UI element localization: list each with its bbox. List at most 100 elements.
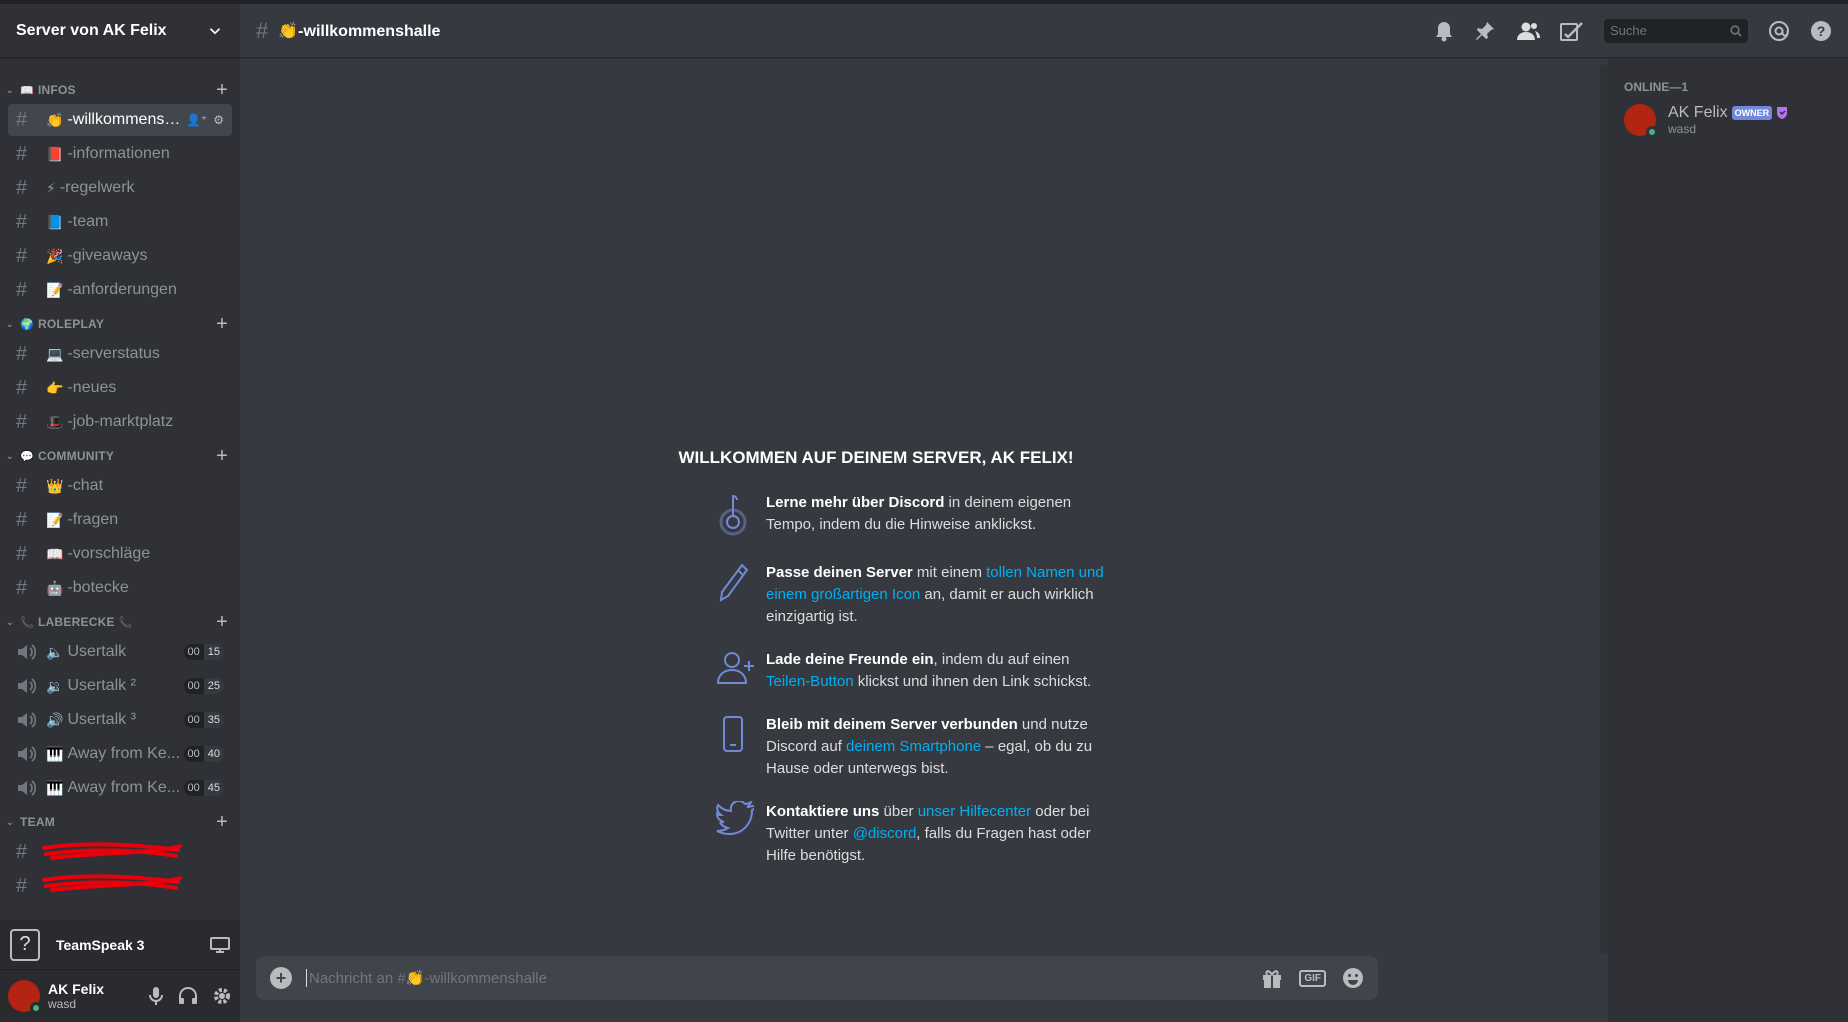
welcome-title: WILLKOMMEN AUF DEINEM SERVER, AK FELIX! xyxy=(678,448,1074,467)
text-channel[interactable]: # 📝 -fragen xyxy=(8,504,232,536)
category-infos[interactable]: ⌄ 📖 INFOS + xyxy=(0,78,240,102)
tip-link[interactable]: unser Hilfecenter xyxy=(918,803,1031,820)
invite-icon[interactable]: 👤⁺ xyxy=(186,113,207,127)
voice-channel[interactable]: 🔈 Usertalk 00 15 xyxy=(8,636,232,668)
channel-name: -serverstatus xyxy=(67,345,160,362)
microphone-icon[interactable] xyxy=(148,986,164,1006)
voice-channel[interactable]: 🎹 Away from Ke... 00 40 xyxy=(8,738,232,770)
text-channel[interactable]: # 📝 -anforderungen xyxy=(8,274,232,306)
channel-name: Away from Ke... xyxy=(67,745,181,762)
category-emoji: 💬 xyxy=(20,450,34,463)
tip-link[interactable]: Teilen-Button xyxy=(766,673,854,690)
category-team[interactable]: ⌄ TEAM + xyxy=(0,810,240,834)
message-composer[interactable]: + Nachricht an #👏-willkommenshalle GIF xyxy=(256,956,1378,1000)
speaker-icon xyxy=(16,779,40,797)
message-input-placeholder[interactable]: Nachricht an #👏-willkommenshalle xyxy=(309,969,1261,987)
text-channel[interactable]: # 📕 -informationen xyxy=(8,138,232,170)
question-icon: ? xyxy=(10,928,40,961)
channel-list: ⌄ 📖 INFOS + # 👏 -willkommensh... 👤⁺ ⚙ # 📕 -informat… xyxy=(0,58,240,920)
boost-shield-icon xyxy=(1777,107,1788,119)
hash-icon: # xyxy=(16,108,28,131)
user-limit-badge: 00 15 xyxy=(183,644,224,660)
text-channel[interactable]: # 🤖 -botecke xyxy=(8,572,232,604)
add-channel-icon[interactable]: + xyxy=(216,314,228,334)
text-channel[interactable]: # ⚡ -regelwerk xyxy=(8,172,232,204)
add-channel-icon[interactable]: + xyxy=(216,80,228,100)
channel-emoji: 🔉 xyxy=(46,677,64,694)
user-info[interactable]: AK Felix wasd xyxy=(48,981,148,1011)
text-channel[interactable]: # 👉 -neues xyxy=(8,372,232,404)
voice-channel[interactable]: 🔉 Usertalk ² 00 25 xyxy=(8,670,232,702)
add-attachment-icon[interactable]: + xyxy=(270,967,292,989)
text-channel[interactable]: # 📘 -team xyxy=(8,206,232,238)
channel-sidebar: Server von AK Felix ⌄ 📖 INFOS + # 👏 -willkomme… xyxy=(0,0,240,1022)
member-item[interactable]: AK Felix OWNER wasd xyxy=(1624,100,1840,140)
channel-emoji: ⚡ xyxy=(46,179,56,196)
category-emoji: 🌍 xyxy=(20,318,34,331)
channel-emoji: 🎉 xyxy=(46,247,64,264)
emoji-smiley-icon[interactable] xyxy=(1342,967,1364,989)
text-channel[interactable]: # 👑 -chat xyxy=(8,470,232,502)
channel-settings-icon[interactable]: ⚙ xyxy=(213,113,224,127)
channel-name: -fragen xyxy=(67,511,119,528)
user-avatar[interactable] xyxy=(8,980,42,1014)
text-cursor xyxy=(306,969,307,987)
voice-channel[interactable]: 🎹 Away from Ke... 00 45 xyxy=(8,772,232,804)
user-name: AK Felix xyxy=(48,981,105,997)
hash-icon: # xyxy=(16,874,28,897)
chevron-down-icon: ⌄ xyxy=(6,816,14,827)
help-icon[interactable]: ? xyxy=(1810,20,1832,42)
redacted-channel[interactable]: # xyxy=(8,870,232,902)
channel-name: Usertalk ² xyxy=(67,677,136,694)
server-header[interactable]: Server von AK Felix xyxy=(0,4,240,58)
chevron-down-icon: ⌄ xyxy=(6,318,14,329)
settings-gear-icon[interactable] xyxy=(212,986,232,1006)
chevron-down-icon xyxy=(209,27,221,34)
text-channel[interactable]: # 👏 -willkommensh... 👤⁺ ⚙ xyxy=(8,104,232,136)
hash-icon: # xyxy=(16,542,28,565)
member-list: ONLINE—1 AK Felix OWNER wasd xyxy=(1608,58,1848,1022)
hash-icon: # xyxy=(16,176,28,199)
tip-link[interactable]: deinem Smartphone xyxy=(846,738,981,755)
category-laberecke[interactable]: ⌄ 📞 LABERECKE 📞 + xyxy=(0,610,240,634)
channel-emoji: 🤖 xyxy=(46,579,64,596)
pin-icon[interactable] xyxy=(1474,20,1496,42)
welcome-tip: Lerne mehr über Discord in deinem eigene… xyxy=(716,492,1116,541)
channel-emoji: 📘 xyxy=(46,213,64,230)
welcome-tip: Kontaktiere uns über unser Hilfecenter o… xyxy=(715,799,1116,867)
headphones-icon[interactable] xyxy=(178,987,198,1005)
text-channel[interactable]: # 🎩 -job-marktplatz xyxy=(8,406,232,438)
channel-name: -team xyxy=(67,213,109,230)
channel-name: Usertalk ³ xyxy=(67,711,136,728)
category-community[interactable]: ⌄ 💬 COMMUNITY + xyxy=(0,444,240,468)
mention-at-icon[interactable] xyxy=(1768,20,1790,42)
voice-channel[interactable]: 🔊 Usertalk ³ 00 35 xyxy=(8,704,232,736)
redacted-channel[interactable]: # xyxy=(8,836,232,868)
members-icon[interactable] xyxy=(1516,21,1540,41)
hash-icon: # xyxy=(16,244,28,267)
chat-scrollbar[interactable] xyxy=(1600,64,1608,954)
gif-button[interactable]: GIF xyxy=(1299,969,1326,987)
edit-checklist-icon[interactable] xyxy=(1560,20,1584,42)
screen-share-icon[interactable] xyxy=(210,936,230,954)
tip-link[interactable]: @discord xyxy=(853,825,917,842)
hash-icon: # xyxy=(16,508,28,531)
category-roleplay[interactable]: ⌄ 🌍 ROLEPLAY + xyxy=(0,312,240,336)
hash-icon: # xyxy=(16,840,28,863)
welcome-tip: Passe deinen Server mit einem tollen Nam… xyxy=(716,562,1116,628)
teamspeak-panel[interactable]: ? TeamSpeak 3 xyxy=(0,920,240,970)
add-channel-icon[interactable]: + xyxy=(216,446,228,466)
channel-emoji: 🔈 xyxy=(46,643,64,660)
search-input[interactable]: Suche xyxy=(1604,18,1748,43)
text-channel[interactable]: # 🎉 -giveaways xyxy=(8,240,232,272)
channel-emoji: 👏 xyxy=(46,111,64,128)
gift-icon[interactable] xyxy=(1261,967,1283,989)
add-channel-icon[interactable]: + xyxy=(216,812,228,832)
member-name: AK Felix xyxy=(1668,104,1728,121)
text-channel[interactable]: # 💻 -serverstatus xyxy=(8,338,232,370)
add-channel-icon[interactable]: + xyxy=(216,612,228,632)
bell-icon[interactable] xyxy=(1434,20,1454,42)
hash-icon: # xyxy=(16,142,28,165)
channel-name: Away from Ke... xyxy=(67,779,181,796)
text-channel[interactable]: # 📖 -vorschläge xyxy=(8,538,232,570)
